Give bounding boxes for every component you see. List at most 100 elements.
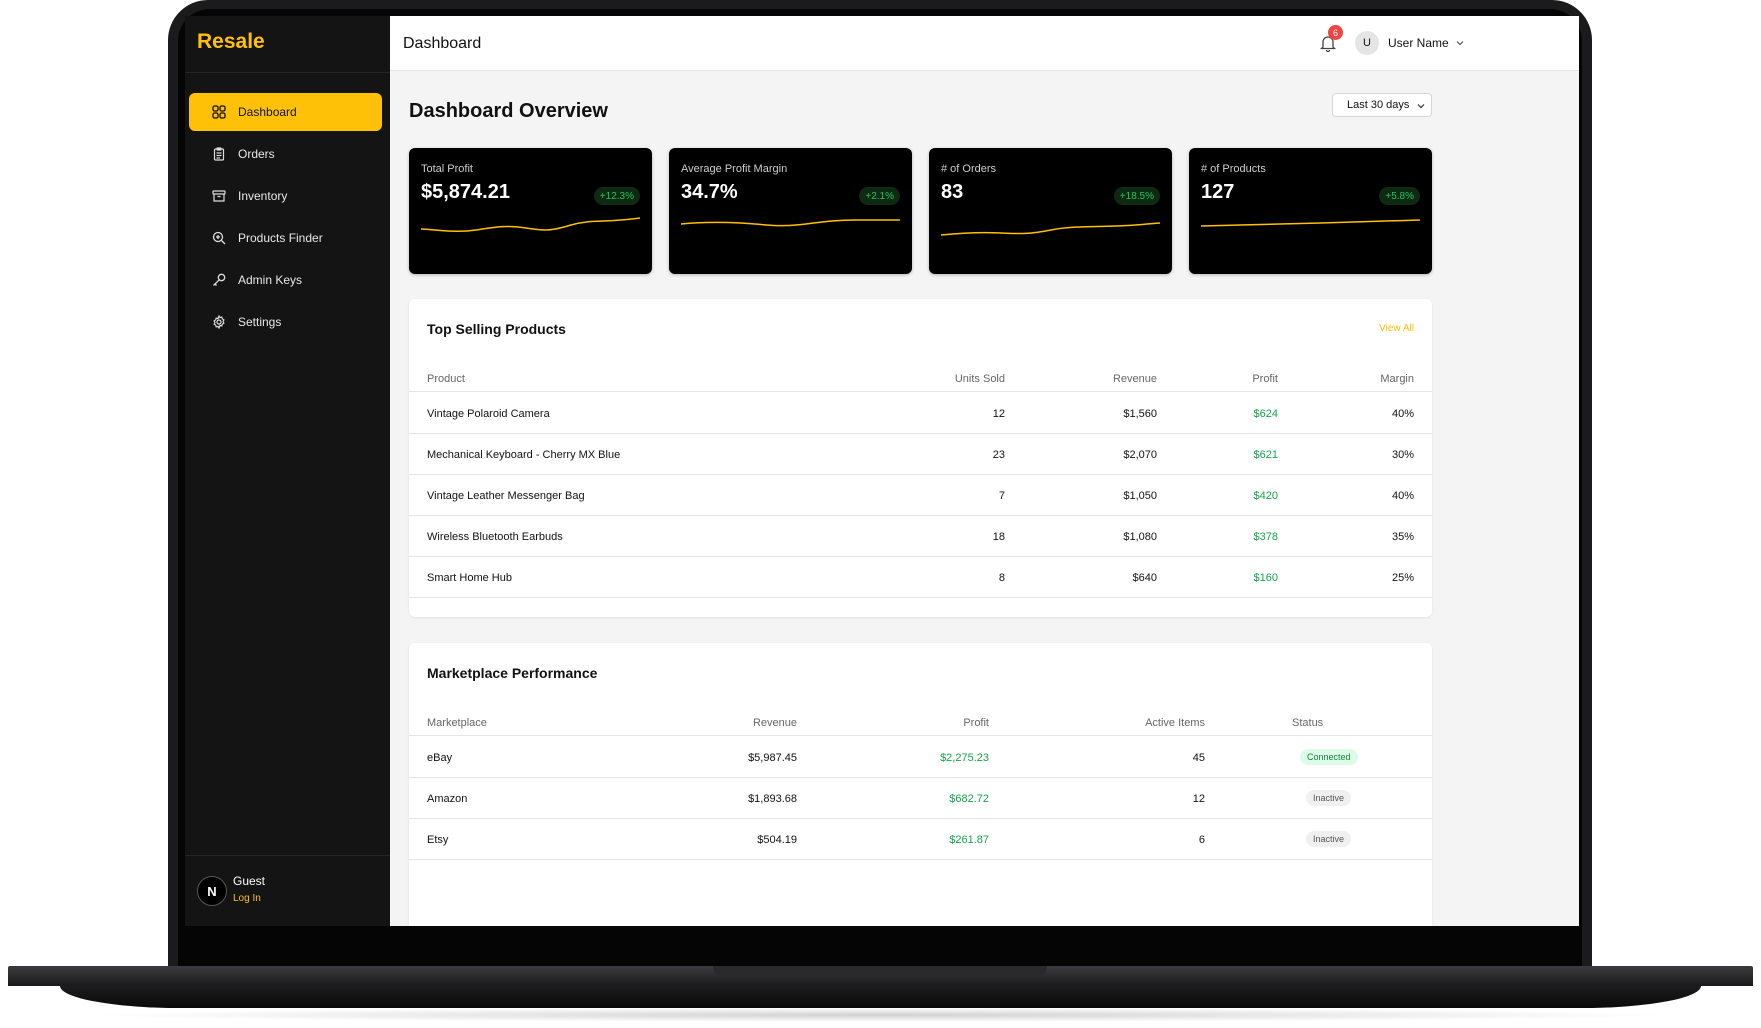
sidebar-item-inventory[interactable]: Inventory bbox=[189, 177, 382, 215]
chevron-down-icon bbox=[1456, 41, 1464, 46]
sidebar-item-orders[interactable]: Orders bbox=[189, 135, 382, 173]
sparkline bbox=[421, 217, 640, 233]
cell-product: Smart Home Hub bbox=[427, 572, 512, 584]
cell-profit: $682.72 bbox=[949, 793, 989, 805]
cell-profit: $621 bbox=[1253, 449, 1278, 461]
cell-marketplace: eBay bbox=[427, 752, 453, 764]
sidebar-item-label: Inventory bbox=[238, 189, 288, 203]
sparkline bbox=[681, 219, 900, 227]
cell-margin: 40% bbox=[1391, 408, 1414, 420]
cell-revenue: $1,080 bbox=[1123, 531, 1157, 543]
cell-margin: 40% bbox=[1391, 490, 1414, 502]
column-header[interactable]: Profit bbox=[963, 717, 989, 729]
table-row[interactable]: Wireless Bluetooth Earbuds 18 $1,080 $37… bbox=[409, 516, 1432, 557]
avatar: U bbox=[1355, 31, 1379, 55]
cell-revenue: $504.19 bbox=[757, 834, 797, 846]
key-icon bbox=[212, 273, 226, 287]
cell-revenue: $5,987.45 bbox=[748, 752, 797, 764]
table-row[interactable]: Etsy $504.19 $261.87 6 Inactive bbox=[409, 819, 1432, 860]
stat-card-products: # of Products 127 +5.8% bbox=[1189, 148, 1432, 274]
cell-active-items: 6 bbox=[1198, 834, 1205, 846]
stat-change-badge: +12.3% bbox=[593, 187, 640, 205]
sidebar-item-products-finder[interactable]: Products Finder bbox=[189, 219, 382, 257]
cell-revenue: $1,050 bbox=[1123, 490, 1157, 502]
table-row[interactable]: Vintage Polaroid Camera 12 $1,560 $624 4… bbox=[409, 393, 1432, 434]
column-header[interactable]: Product bbox=[427, 373, 465, 385]
sidebar-item-dashboard[interactable]: Dashboard bbox=[189, 93, 382, 131]
stat-value: 83 bbox=[941, 181, 964, 203]
date-range-value: Last 30 days bbox=[1347, 99, 1410, 111]
marketplace-panel: Marketplace Performance Marketplace Reve… bbox=[409, 643, 1432, 926]
stat-label: Total Profit bbox=[421, 163, 473, 175]
column-header[interactable]: Marketplace bbox=[427, 717, 487, 729]
laptop-shadow bbox=[80, 1008, 1680, 1022]
cell-revenue: $2,070 bbox=[1123, 449, 1157, 461]
view-all-link[interactable]: View All bbox=[1379, 323, 1414, 334]
sparkline bbox=[941, 222, 1160, 236]
sidebar: Resale Dashboard Orders Inventory Produc… bbox=[185, 16, 390, 926]
table-row[interactable]: Mechanical Keyboard - Cherry MX Blue 23 … bbox=[409, 434, 1432, 475]
stat-card-total-profit: Total Profit $5,874.21 +12.3% bbox=[409, 148, 652, 274]
brand-logo[interactable]: Resale bbox=[197, 30, 265, 54]
column-header[interactable]: Revenue bbox=[1113, 373, 1157, 385]
table-row[interactable]: Amazon $1,893.68 $682.72 12 Inactive bbox=[409, 778, 1432, 819]
sidebar-item-label: Products Finder bbox=[238, 231, 323, 245]
column-header[interactable]: Margin bbox=[1380, 373, 1414, 385]
gear-icon bbox=[212, 315, 226, 329]
cell-product: Vintage Leather Messenger Bag bbox=[427, 490, 585, 502]
sidebar-item-label: Orders bbox=[238, 147, 275, 161]
cell-revenue: $640 bbox=[1132, 572, 1157, 584]
stat-value: 127 bbox=[1201, 181, 1235, 203]
column-header[interactable]: Profit bbox=[1252, 373, 1278, 385]
cell-margin: 35% bbox=[1391, 531, 1414, 543]
sidebar-item-label: Settings bbox=[238, 315, 282, 329]
table-row[interactable]: eBay $5,987.45 $2,275.23 45 Connected bbox=[409, 737, 1432, 778]
column-header[interactable]: Revenue bbox=[753, 717, 797, 729]
sidebar-nav: Dashboard Orders Inventory Products Find… bbox=[189, 93, 382, 345]
sidebar-item-label: Dashboard bbox=[238, 105, 297, 119]
column-header[interactable]: Units Sold bbox=[955, 373, 1005, 385]
page-title: Dashboard Overview bbox=[409, 100, 608, 122]
cell-revenue: $1,893.68 bbox=[748, 793, 797, 805]
sidebar-item-settings[interactable]: Settings bbox=[189, 303, 382, 341]
cell-margin: 25% bbox=[1391, 572, 1414, 584]
stat-card-orders: # of Orders 83 +18.5% bbox=[929, 148, 1172, 274]
login-link[interactable]: Log In bbox=[233, 893, 261, 904]
guest-name: Guest bbox=[233, 874, 266, 888]
notification-badge: 6 bbox=[1328, 25, 1343, 40]
column-header[interactable]: Status bbox=[1292, 717, 1323, 729]
cell-profit: $624 bbox=[1253, 408, 1278, 420]
divider bbox=[185, 72, 390, 73]
cell-margin: 30% bbox=[1391, 449, 1414, 461]
cell-revenue: $1,560 bbox=[1123, 408, 1157, 420]
table-row[interactable]: Vintage Leather Messenger Bag 7 $1,050 $… bbox=[409, 475, 1432, 516]
avatar: N bbox=[197, 876, 227, 906]
topbar: Dashboard 6 U User Name bbox=[390, 16, 1579, 71]
stat-value: 34.7% bbox=[681, 181, 738, 203]
clipboard-icon bbox=[212, 147, 226, 161]
cell-units: 18 bbox=[992, 531, 1005, 543]
cell-profit: $2,275.23 bbox=[940, 752, 989, 764]
panel-title: Top Selling Products bbox=[427, 321, 566, 337]
laptop-base-bottom bbox=[60, 986, 1701, 1008]
cell-active-items: 12 bbox=[1192, 793, 1205, 805]
cell-profit: $160 bbox=[1253, 572, 1278, 584]
cell-marketplace: Amazon bbox=[427, 793, 468, 805]
column-header[interactable]: Active Items bbox=[1145, 717, 1205, 729]
cell-profit: $261.87 bbox=[949, 834, 989, 846]
cell-units: 12 bbox=[992, 408, 1005, 420]
app-window: Resale Dashboard Orders Inventory Produc… bbox=[185, 16, 1579, 926]
stat-change-badge: +5.8% bbox=[1379, 187, 1420, 205]
stat-change-badge: +2.1% bbox=[859, 187, 900, 205]
table-row[interactable]: Smart Home Hub 8 $640 $160 25% bbox=[409, 557, 1432, 598]
laptop-mockup: Resale Dashboard Orders Inventory Produc… bbox=[0, 0, 1761, 1028]
date-range-select[interactable]: Last 30 days bbox=[1332, 93, 1432, 117]
stat-label: # of Products bbox=[1201, 163, 1266, 175]
table-header: Product Units Sold Revenue Profit Margin bbox=[409, 362, 1432, 392]
cell-active-items: 45 bbox=[1192, 752, 1205, 764]
user-menu[interactable]: U User Name bbox=[1355, 29, 1465, 57]
stat-change-badge: +18.5% bbox=[1113, 187, 1160, 205]
cell-profit: $378 bbox=[1253, 531, 1278, 543]
sidebar-item-admin-keys[interactable]: Admin Keys bbox=[189, 261, 382, 299]
user-name: User Name bbox=[1388, 36, 1449, 50]
